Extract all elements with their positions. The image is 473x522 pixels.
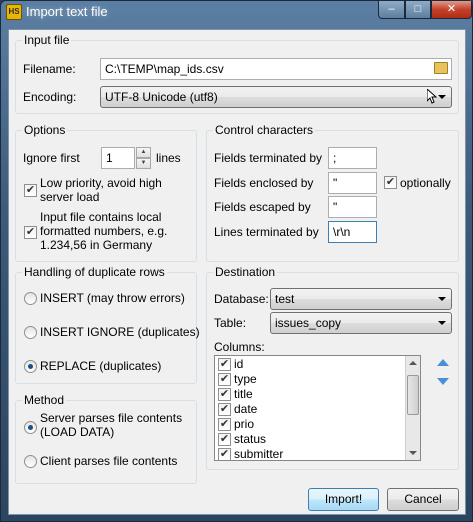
fields-enclosed-label: Fields enclosed by [214,176,314,190]
column-checkbox[interactable]: ✔ [218,388,231,401]
column-name: id [234,357,244,371]
control-characters-group: Control characters Fields terminated by … [206,123,459,262]
chevron-down-icon [438,95,446,99]
column-name: status [234,432,267,446]
insert-ignore-radio[interactable] [24,326,37,339]
column-checkbox[interactable]: ✔ [218,403,231,416]
insert-radio[interactable] [24,292,37,305]
scroll-up-icon[interactable] [409,361,417,365]
server-parses-radio[interactable] [24,421,37,434]
insert-label: INSERT (may throw errors) [40,291,185,305]
spin-up-button[interactable]: ▲ [136,147,151,158]
column-checkbox[interactable]: ✔ [218,448,231,460]
minimize-button[interactable]: – [378,1,405,19]
options-legend: Options [22,123,68,137]
ignore-first-label: Ignore first [23,151,80,165]
filename-label: Filename: [23,62,76,76]
column-name: date [234,402,258,416]
duplicates-legend: Handling of duplicate rows [22,265,167,279]
columns-label: Columns: [214,340,265,354]
local-numbers-label: Input file contains local formatted numb… [40,210,168,252]
duplicates-group: Handling of duplicate rows INSERT (may t… [15,265,200,384]
fields-escaped-input[interactable]: " [328,196,377,218]
destination-legend: Destination [213,265,278,279]
filename-value: C:\TEMP\map_ids.csv [105,62,224,76]
control-characters-legend: Control characters [213,123,316,137]
low-priority-checkbox[interactable]: ✔ [24,184,37,197]
client-parses-label: Client parses file contents [40,454,178,468]
close-button[interactable]: ✕ [431,1,472,19]
title-bar[interactable]: HS Import text file – □ ✕ [1,1,472,23]
optionally-label: optionally [400,176,451,190]
table-select[interactable]: issues_copy [270,312,452,334]
input-file-legend: Input file [22,33,72,47]
method-group: Method Server parses file contents (LOAD… [15,393,197,484]
client-parses-radio[interactable] [24,455,37,468]
server-parses-label: Server parses file contents (LOAD DATA) [40,411,183,439]
encoding-value: UTF-8 Unicode (utf8) [105,90,218,104]
column-checkbox[interactable]: ✔ [218,373,231,386]
app-icon: HS [6,4,22,20]
scroll-thumb[interactable] [407,375,419,415]
mouse-cursor-icon [427,89,438,104]
column-name: submitter [234,447,284,461]
local-numbers-checkbox[interactable]: ✔ [24,226,37,239]
column-name: prio [234,417,255,431]
column-name: type [234,372,257,386]
encoding-select[interactable]: UTF-8 Unicode (utf8) [100,86,452,108]
low-priority-label: Low priority, avoid high server load [40,176,162,204]
cancel-button[interactable]: Cancel [387,488,459,511]
spin-down-button[interactable]: ▼ [136,158,151,169]
table-value: issues_copy [275,316,342,330]
column-checkbox[interactable]: ✔ [218,358,231,371]
insert-ignore-label: INSERT IGNORE (duplicates) [40,325,200,339]
destination-group: Destination Database: test Table: issues… [206,265,459,470]
lines-label: lines [156,151,181,165]
database-value: test [275,292,295,306]
columns-list[interactable]: ✔ id ✔ type ✔ title ✔ date ✔ prio ✔ stat… [214,355,421,461]
ignore-first-input[interactable]: 1 [101,147,135,169]
chevron-down-icon [438,321,446,325]
fields-escaped-label: Fields escaped by [214,200,311,214]
filename-input[interactable]: C:\TEMP\map_ids.csv [100,58,452,80]
column-checkbox[interactable]: ✔ [218,418,231,431]
column-checkbox[interactable]: ✔ [218,433,231,446]
window-title: Import text file [26,4,108,19]
fields-enclosed-input[interactable]: " [328,172,377,194]
folder-icon[interactable] [434,62,448,74]
database-select[interactable]: test [270,288,452,310]
lines-terminated-input[interactable]: \r\n [328,221,377,243]
optionally-checkbox[interactable]: ✔ [384,176,397,189]
import-dialog-window: HS Import text file – □ ✕ Input file Fil… [0,0,473,522]
database-label: Database: [214,292,269,306]
move-up-icon[interactable] [436,357,450,367]
import-button[interactable]: Import! [308,488,379,511]
column-name: title [234,387,253,401]
fields-terminated-input[interactable]: ; [328,147,377,169]
replace-label: REPLACE (duplicates) [40,359,162,373]
columns-scrollbar[interactable] [405,356,420,460]
maximize-button[interactable]: □ [405,1,431,19]
encoding-label: Encoding: [23,90,77,104]
method-legend: Method [22,393,67,407]
fields-terminated-label: Fields terminated by [214,151,323,165]
replace-radio[interactable] [24,360,37,373]
options-group: Options Ignore first 1 ▲ ▼ lines ✔ Low p… [15,123,197,262]
scroll-down-icon[interactable] [409,451,417,455]
chevron-down-icon [438,297,446,301]
input-file-group: Input file Filename: C:\TEMP\map_ids.csv… [15,33,459,114]
lines-terminated-label: Lines terminated by [214,225,319,239]
move-down-icon[interactable] [436,377,450,387]
table-label: Table: [214,316,247,330]
dialog-body: Input file Filename: C:\TEMP\map_ids.csv… [8,29,466,515]
